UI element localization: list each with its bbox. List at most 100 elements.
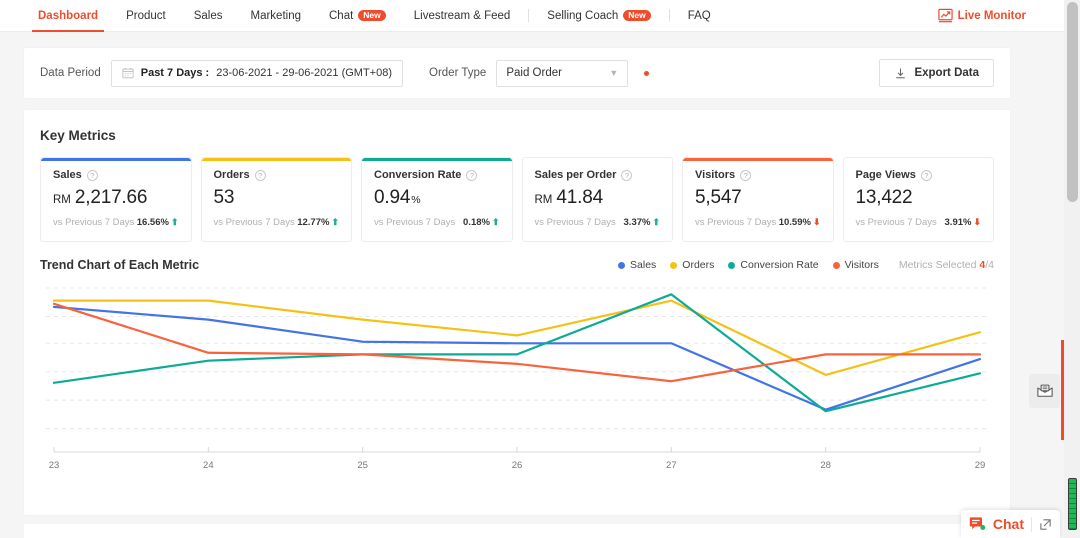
help-icon[interactable]: ? [255,170,266,181]
date-range-picker[interactable]: Past 7 Days : 23-06-2021 - 29-06-2021 (G… [111,60,403,87]
arrow-up-icon: ⬆ [492,217,500,228]
nav-item-dashboard[interactable]: Dashboard [24,0,112,31]
metric-card-accent [683,158,833,161]
metric-card-orders[interactable]: Orders?53vs Previous 7 Days12.77%⬆ [201,157,353,242]
arrow-down-icon: ⬇ [813,217,821,228]
metric-comparison: vs Previous 7 Days10.59%⬇ [695,217,821,228]
dashboard-page: DashboardProductSalesMarketingChatNewLiv… [0,0,1080,538]
metric-delta-value: 0.18% [463,217,490,228]
live-monitor-button[interactable]: Live Monitor [938,0,1026,31]
legend-item-conversion-rate[interactable]: Conversion Rate [728,259,818,271]
metric-card-header: Page Views? [856,169,982,181]
nav-item-badge: New [623,10,650,22]
download-icon [894,67,907,80]
trend-chart: 23242526272829 [40,280,994,480]
nav-item-label: Product [126,10,166,22]
chat-widget[interactable]: Chat [961,510,1060,538]
metric-value: 0.94% [374,187,500,209]
chart-line-sales [54,307,980,410]
legend-item-visitors[interactable]: Visitors [833,259,879,271]
x-axis-label: 26 [512,460,523,471]
metric-compare-label: vs Previous 7 Days [374,217,455,228]
chevron-down-icon: ▼ [609,68,618,78]
x-axis-label: 25 [357,460,368,471]
nav-item-marketing[interactable]: Marketing [237,0,316,31]
metric-comparison: vs Previous 7 Days3.37%⬆ [535,217,661,228]
order-type-value: Paid Order [506,67,562,79]
status-indicator-bar [1068,478,1077,530]
metric-delta: 16.56%⬆ [137,217,179,228]
help-icon[interactable]: ? [87,170,98,181]
metric-number: 41.84 [556,187,603,209]
message-side-tab[interactable] [1029,374,1060,408]
notification-dot [644,71,649,76]
order-type-select[interactable]: Paid Order ▼ [496,60,628,87]
expand-icon[interactable] [1039,518,1052,531]
chart-x-axis: 23242526272829 [40,456,994,476]
metric-currency: RM [53,194,71,206]
metric-delta-value: 16.56% [137,217,169,228]
accent-edge-marker [1061,340,1064,440]
metric-number: 53 [214,187,235,209]
metric-card-sales-per-order[interactable]: Sales per Order?RM41.84vs Previous 7 Day… [522,157,674,242]
help-icon[interactable]: ? [466,170,477,181]
metric-card-header: Sales? [53,169,179,181]
legend-label: Orders [682,259,714,271]
key-metrics-panel: Key Metrics Sales? RM 2,217.66 vs Previous … [24,110,1010,515]
metric-card-sales[interactable]: Sales?RM2,217.66vs Previous 7 Days16.56%… [40,157,192,242]
metric-name: Sales per Order [535,169,617,181]
metric-value: 53 [214,187,340,209]
nav-item-label: Sales [194,10,223,22]
metric-delta: 3.37%⬆ [624,217,660,228]
nav-item-product[interactable]: Product [112,0,180,31]
panel-title: Key Metrics [40,128,994,143]
legend-dot [728,262,735,269]
nav-item-label: Dashboard [38,10,98,22]
nav-item-chat[interactable]: ChatNew [315,0,400,31]
metric-name: Orders [214,169,250,181]
nav-item-selling-coach[interactable]: Selling CoachNew [533,0,664,31]
metric-card-conversion-rate[interactable]: Conversion Rate? 0.94% vs Previous 7 Days 0… [361,157,513,242]
metric-card-accent [202,158,352,161]
legend-dot [833,262,840,269]
nav-item-livestream-feed[interactable]: Livestream & Feed [400,0,525,31]
metric-comparison: vs Previous 7 Days 0.18%⬆ [374,217,500,228]
x-axis-label: 27 [666,460,677,471]
arrow-up-icon: ⬆ [171,217,179,228]
page-scrollbar-thumb[interactable] [1067,2,1078,202]
nav-divider [669,9,670,22]
legend-dot [670,262,677,269]
metric-card-header: Sales per Order? [535,169,661,181]
export-data-button[interactable]: Export Data [879,59,994,87]
legend-label: Visitors [845,259,879,271]
legend-item-orders[interactable]: Orders [670,259,714,271]
page-scrollbar-track[interactable] [1064,0,1080,538]
metric-card-page-views[interactable]: Page Views?13,422vs Previous 7 Days3.91%… [843,157,995,242]
arrow-up-icon: ⬆ [652,217,660,228]
metric-number: 0.94 [374,187,410,209]
legend-label: Sales [630,259,656,271]
metric-number: 2,217.66 [75,187,147,209]
metric-name: Conversion Rate [374,169,461,181]
date-range-value: 23-06-2021 - 29-06-2021 (GMT+08) [216,67,392,79]
metric-card-visitors[interactable]: Visitors?5,547vs Previous 7 Days10.59%⬇ [682,157,834,242]
metric-compare-label: vs Previous 7 Days [214,217,295,228]
metric-name: Visitors [695,169,735,181]
chart-line-conversion-rate [54,294,980,411]
nav-item-faq[interactable]: FAQ [674,0,725,31]
metric-delta-value: 10.59% [779,217,811,228]
live-monitor-icon [938,8,953,23]
metric-name: Page Views [856,169,916,181]
help-icon[interactable]: ? [621,170,632,181]
metrics-selected-total: /4 [985,259,994,271]
help-icon[interactable]: ? [740,170,751,181]
metric-compare-label: vs Previous 7 Days [695,217,776,228]
nav-item-label: Chat [329,10,353,22]
metric-card-header: Visitors? [695,169,821,181]
help-icon[interactable]: ? [921,170,932,181]
metric-card-list: Sales? RM 2,217.66 vs Previous 7 Days 16.56%… [40,157,994,242]
metric-card-accent [362,158,512,161]
legend-item-sales[interactable]: Sales [618,259,656,271]
x-axis-label: 23 [49,460,60,471]
nav-item-sales[interactable]: Sales [180,0,237,31]
